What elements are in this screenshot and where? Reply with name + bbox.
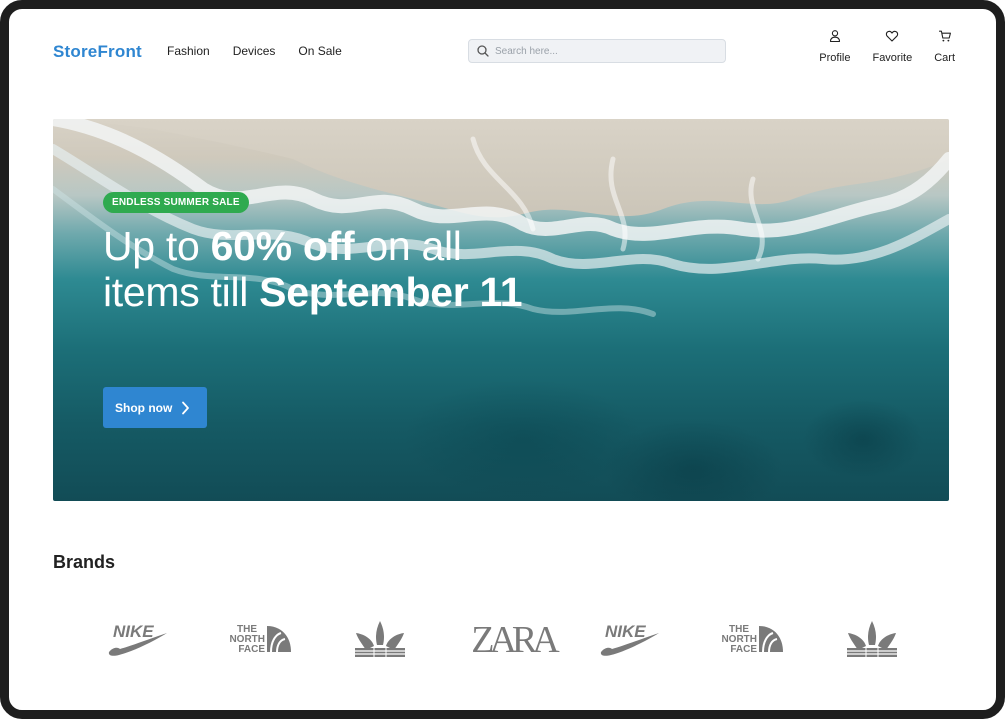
svg-text:FACE: FACE [238, 644, 265, 655]
headline-text-1: Up to [103, 223, 211, 269]
svg-text:NIKE: NIKE [605, 622, 646, 641]
nav-fashion[interactable]: Fashion [167, 44, 210, 58]
adidas-logo [847, 621, 897, 657]
svg-text:FACE: FACE [730, 644, 757, 655]
headline-date: September 11 [259, 269, 523, 315]
brands-row: NIKE THE NORTH FACE ZARA NIKE THE NORTH … [53, 609, 949, 669]
nike-logo: NIKE [600, 622, 659, 656]
favorite-button[interactable]: Favorite [872, 29, 912, 64]
chevron-right-icon [182, 401, 190, 414]
search-icon [477, 45, 489, 57]
brand-the-north-face[interactable]: THE NORTH FACE [225, 609, 295, 669]
search-bar[interactable] [468, 39, 726, 63]
brand-adidas[interactable] [345, 609, 415, 669]
sale-badge: ENDLESS SUMMER SALE [103, 192, 249, 213]
zara-logo: ZARA [471, 619, 565, 659]
hero-headline: Up to 60% off on all items till Septembe… [103, 223, 523, 315]
brand-nike[interactable]: NIKE [103, 609, 173, 669]
profile-button[interactable]: Profile [819, 29, 850, 64]
nav-devices[interactable]: Devices [233, 44, 276, 58]
cart-button[interactable]: Cart [934, 29, 955, 64]
brands-heading: Brands [53, 552, 116, 572]
device-frame: StoreFront Fashion Devices On Sale Profi… [0, 0, 1005, 719]
favorite-label: Favorite [872, 52, 913, 64]
adidas-logo [355, 621, 405, 657]
shop-now-label: Shop now [115, 400, 173, 415]
header-actions: Profile Favorite Cart [819, 29, 955, 64]
hero-banner: ENDLESS SUMMER SALE Up to 60% off on all… [53, 119, 949, 501]
storefront-logo[interactable]: StoreFront [53, 42, 142, 62]
brand-nike[interactable]: NIKE [595, 609, 665, 669]
search-input[interactable] [495, 45, 705, 57]
brand-adidas[interactable] [837, 609, 907, 669]
the-north-face-logo: THE NORTH FACE [721, 624, 783, 655]
shop-now-button[interactable]: Shop now [103, 387, 207, 428]
user-icon [829, 30, 840, 43]
brand-zara[interactable]: ZARA [458, 609, 568, 669]
brand-the-north-face[interactable]: THE NORTH FACE [717, 609, 787, 669]
cart-icon [938, 30, 951, 42]
the-north-face-logo: THE NORTH FACE [229, 624, 291, 655]
profile-label: Profile [819, 52, 851, 64]
cart-label: Cart [934, 52, 955, 64]
svg-text:NIKE: NIKE [113, 622, 154, 641]
nav-on-sale[interactable]: On Sale [298, 44, 341, 58]
heart-icon [886, 30, 899, 42]
main-nav: Fashion Devices On Sale [167, 44, 342, 58]
headline-discount: 60% off [210, 223, 355, 269]
nike-logo: NIKE [108, 622, 167, 656]
svg-text:ZARA: ZARA [471, 619, 560, 659]
